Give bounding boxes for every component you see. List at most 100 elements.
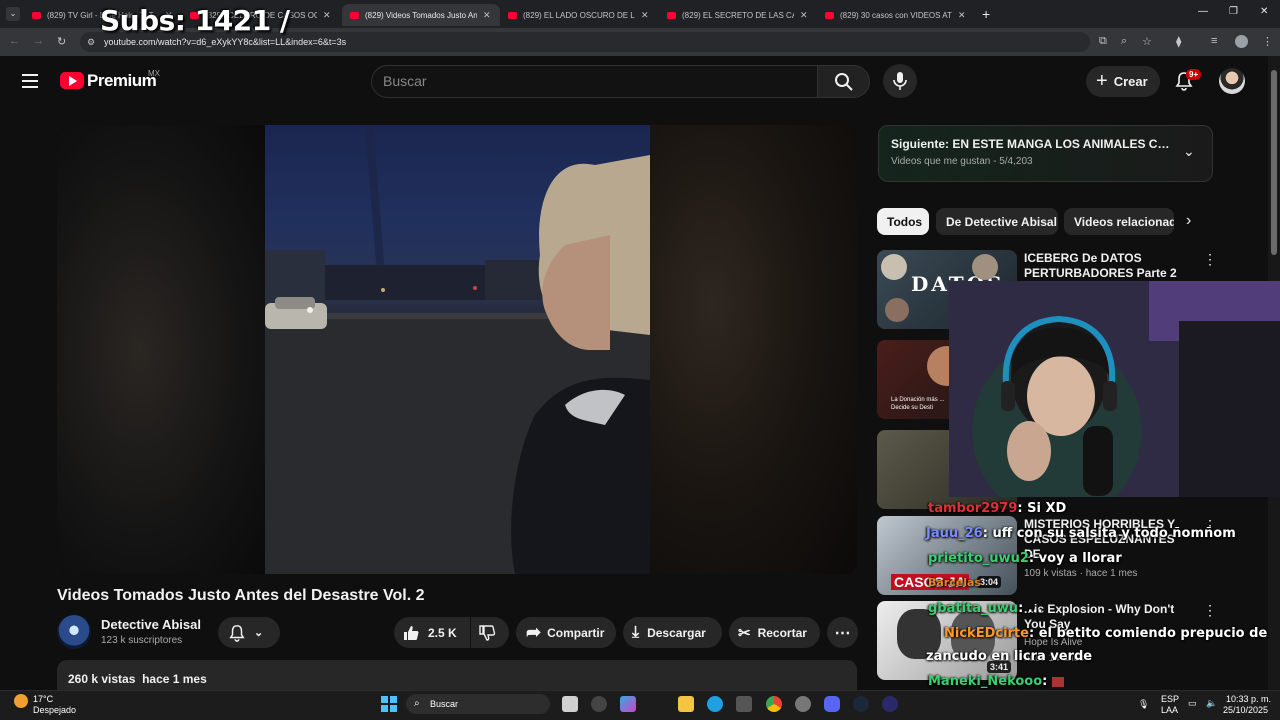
kebab-menu-icon[interactable]: ⋮ [1203,602,1217,619]
browser-tab[interactable]: (829) EL LADO OSCURO DE LOS ✕ [500,4,658,26]
chevron-right-icon[interactable]: › [1186,212,1191,230]
hamburger-menu-icon[interactable] [22,74,38,88]
logo-text[interactable]: Premium [87,71,157,91]
create-label: Crear [1113,74,1148,89]
forward-icon[interactable]: → [33,35,44,47]
chat-text: : ... [1018,601,1043,616]
site-info-icon[interactable]: ⚙ [87,37,95,48]
app-icon[interactable] [591,696,607,712]
restore-icon[interactable]: ❐ [1229,6,1238,17]
weather-icon[interactable] [14,694,28,708]
close-icon[interactable]: ✕ [483,10,491,21]
chat-username: tambor2979 [928,501,1018,516]
chat-text: : Si XD [1017,501,1067,516]
account-avatar[interactable] [1219,68,1245,94]
volume-icon[interactable]: 🔈 [1206,698,1217,709]
like-button[interactable]: 2.5 K [394,617,470,648]
youtube-logo-icon[interactable] [60,72,84,89]
close-icon[interactable]: ✕ [641,10,649,21]
search-button[interactable] [817,65,870,98]
browser-tab-active[interactable]: (829) Videos Tomados Justo Antes ✕ [342,4,500,26]
dislike-button[interactable] [471,617,509,648]
kebab-menu-icon[interactable]: ⋮ [1203,251,1217,268]
up-next-title[interactable]: Siguiente: EN ESTE MANGA LOS ANIMALES CO… [891,137,1171,151]
edge-icon[interactable] [707,696,723,712]
voice-search-button[interactable] [883,64,917,98]
cast-icon[interactable]: ⧉ [1099,35,1107,48]
plus-icon: + [1096,70,1108,92]
more-actions-button[interactable]: ⋯ [827,617,858,648]
download-button[interactable]: ⤓ Descargar [623,617,722,648]
close-icon[interactable]: ✕ [323,10,331,21]
language-indicator[interactable]: ESP [1161,694,1179,704]
bookmark-star-icon[interactable]: ☆ [1142,35,1152,48]
search-input[interactable] [383,72,803,90]
url-text[interactable]: youtube.com/watch?v=d6_eXykYY8c&list=LL&… [104,37,346,47]
chat-message: prietito_uwu2: voy a llorar [928,551,1122,566]
task-view-icon[interactable] [562,696,578,712]
media-controls-icon[interactable]: ≡ [1211,35,1217,47]
close-window-icon[interactable]: ✕ [1260,6,1268,17]
browser-tab[interactable]: (829) 30 casos con VIDEOS ATER ✕ [817,4,975,26]
video-scene [265,125,650,574]
extensions-icon[interactable]: ⧫ [1176,35,1181,48]
taskbar-search-label: Buscar [430,699,459,709]
channel-name[interactable]: Detective Abisal [101,617,201,632]
channel-avatar[interactable] [57,615,91,649]
share-label: Compartir [547,625,605,640]
scrollbar-thumb[interactable] [1271,70,1277,255]
tab-search-icon[interactable]: ⌄ [6,7,20,21]
network-icon[interactable]: ▭ [1188,698,1197,709]
browser-tab[interactable]: (829) EL SECRETO DE LAS CANCI ✕ [659,4,817,26]
app-icon[interactable] [882,696,898,712]
bell-icon [229,624,245,642]
chip-channel[interactable]: De Detective Abisal [936,208,1058,235]
mic-tray-icon[interactable]: 🎙 [1138,699,1149,710]
close-icon[interactable]: ✕ [958,10,966,21]
chip-all[interactable]: Todos [877,208,929,235]
copilot-icon[interactable] [620,696,636,712]
download-icon: ⤓ [632,623,640,641]
video-title: Videos Tomados Justo Antes del Desastre … [57,587,425,604]
file-explorer-icon[interactable] [678,696,694,712]
chat-message: tambor2979: Si XD [928,501,1066,516]
profile-icon[interactable] [1235,35,1248,48]
chat-username: Maneki_Nekooo [928,674,1043,689]
weather-temp[interactable]: 17°C [33,694,53,704]
player-blur-right [650,125,857,574]
share-icon: ➦ [526,622,542,642]
subs-counter-overlay: Subs: 1421 / [100,4,290,37]
back-icon[interactable]: ← [9,35,20,47]
clip-button[interactable]: ✂ Recortar [729,617,820,648]
streamer-webcam [949,281,1280,497]
up-next-playlist-box[interactable] [878,125,1213,182]
app-icon[interactable] [736,696,752,712]
windows-start-icon[interactable] [381,696,397,712]
clock-date[interactable]: 25/10/2025 [1223,705,1268,715]
create-button[interactable]: + Crear [1086,66,1160,97]
close-icon[interactable]: ✕ [800,10,808,21]
share-button[interactable]: ➦ Compartir [516,617,616,648]
search-icon [835,73,853,91]
subscription-bell-button[interactable]: ⌄ [218,617,280,648]
microphone-icon [893,72,907,90]
chrome-menu-icon[interactable]: ⋮ [1262,35,1273,48]
chat-message: Barcelas [928,576,981,589]
steam-icon[interactable] [853,696,869,712]
new-tab-icon[interactable]: + [982,6,990,22]
chevron-down-icon: ⌄ [254,627,264,639]
minimize-icon[interactable]: — [1198,6,1208,17]
chrome-icon[interactable] [766,696,782,712]
zoom-icon[interactable]: ⌕ [1121,35,1127,48]
taskbar-search-box[interactable] [406,694,550,714]
chevron-down-icon[interactable]: ⌄ [1183,143,1195,160]
chat-message: gbatita_uwu: ... [928,601,1043,616]
chat-text: zancudo en licra verde [926,649,1093,664]
video-player[interactable] [57,125,857,574]
chat-username: Barcelas [928,576,981,589]
reload-icon[interactable]: ↻ [57,35,66,48]
chip-related[interactable]: Videos relacionad [1064,208,1174,235]
app-icon[interactable] [795,696,811,712]
discord-icon[interactable] [824,696,840,712]
clock-time[interactable]: 10:33 p. m. [1226,694,1271,704]
